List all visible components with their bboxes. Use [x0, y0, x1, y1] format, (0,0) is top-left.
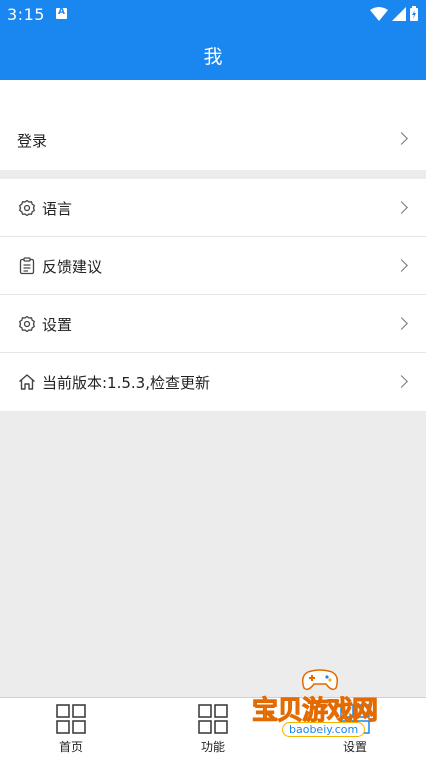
menu-item-label: 设置	[42, 316, 73, 334]
menu-item-label: 语言	[42, 200, 73, 218]
grid-icon	[56, 704, 86, 734]
chevron-right-icon	[395, 317, 408, 330]
login-label: 登录	[17, 132, 48, 150]
app-bar: 我	[0, 28, 426, 80]
status-bar: 3:15	[0, 0, 426, 28]
chevron-right-icon	[395, 132, 408, 145]
nav-item-home[interactable]: 首页	[41, 704, 101, 755]
nav-item-features[interactable]: 功能	[183, 704, 243, 755]
chevron-right-icon	[395, 259, 408, 272]
settings-menu: 语言 反馈建议 设置 当前版本:1.5.3,检查更新	[0, 179, 426, 411]
grid-icon	[198, 704, 228, 734]
nav-label: 首页	[58, 740, 83, 754]
watermark-logo: 宝贝游戏网 baobeiy.com	[251, 668, 402, 752]
login-row[interactable]: 登录	[0, 110, 426, 170]
notification-a-icon	[56, 7, 67, 19]
gear-icon	[19, 315, 35, 333]
menu-item-version[interactable]: 当前版本:1.5.3,检查更新	[0, 353, 426, 411]
nav-label: 功能	[200, 740, 225, 754]
gear-icon	[19, 199, 35, 217]
home-icon	[19, 374, 35, 390]
battery-icon	[410, 6, 418, 21]
menu-item-feedback[interactable]: 反馈建议	[0, 237, 426, 295]
wifi-icon	[370, 6, 388, 21]
page-title: 我	[203, 46, 223, 68]
watermark-url: baobeiy.com	[282, 722, 366, 737]
status-icons	[370, 6, 418, 21]
menu-item-label: 当前版本:1.5.3,检查更新	[42, 374, 210, 392]
signal-icon	[392, 6, 406, 21]
menu-item-language[interactable]: 语言	[0, 179, 426, 237]
chevron-right-icon	[395, 201, 408, 214]
status-time: 3:15	[7, 5, 45, 24]
clipboard-icon	[19, 257, 35, 275]
gamepad-icon	[301, 669, 339, 691]
chevron-right-icon	[395, 375, 408, 388]
menu-item-label: 反馈建议	[42, 258, 103, 276]
menu-item-settings[interactable]: 设置	[0, 295, 426, 353]
